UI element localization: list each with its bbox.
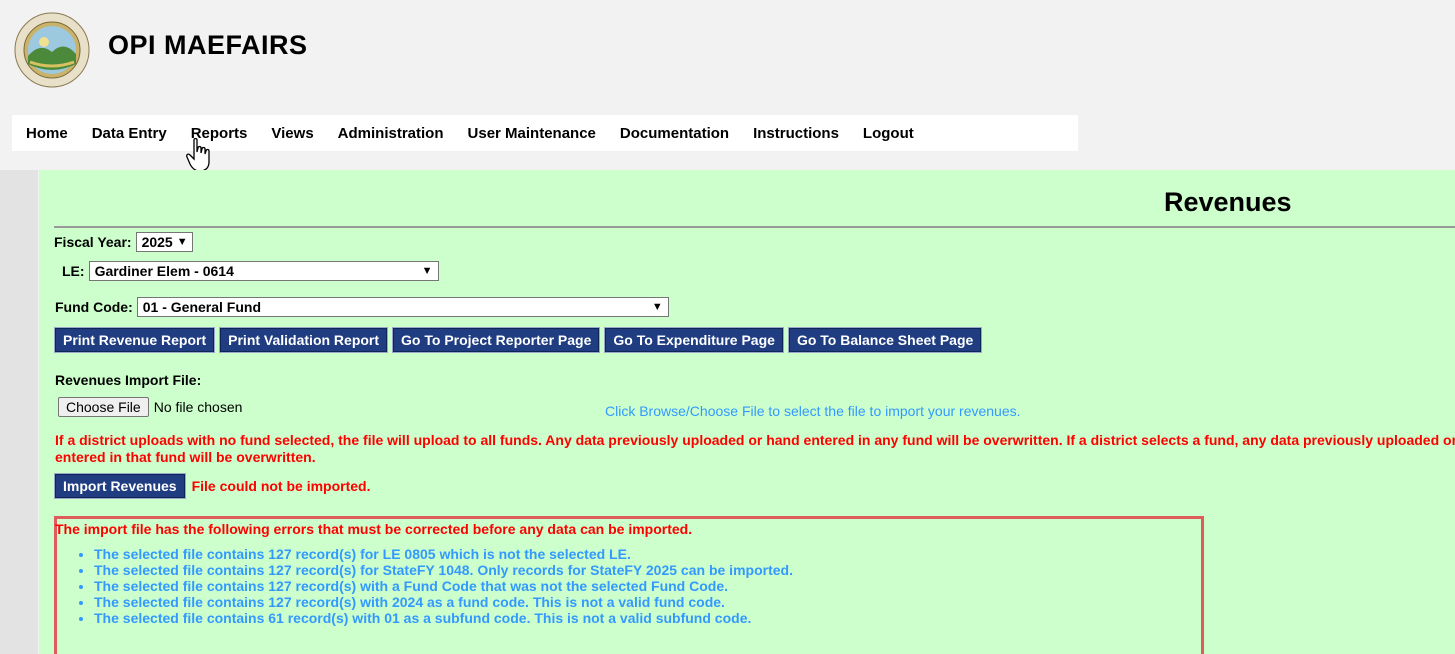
import-error-text: File could not be imported. [191, 478, 371, 494]
chevron-down-icon: ▼ [651, 301, 663, 313]
fund-code-label: Fund Code: [55, 299, 133, 315]
fiscal-year-row: Fiscal Year: 2025 ▼ [54, 232, 193, 252]
header: OPI MAEFAIRS Home Data Entry Reports Views A… [0, 0, 1455, 172]
left-strip [0, 170, 38, 654]
overwrite-warning: If a district uploads with no fund selec… [55, 432, 1455, 465]
error-list: The selected file contains 127 record(s)… [76, 546, 793, 626]
nav-user-maintenance[interactable]: User Maintenance [468, 125, 596, 142]
fiscal-year-label: Fiscal Year: [54, 234, 132, 250]
print-validation-report-button[interactable]: Print Validation Report [219, 327, 389, 353]
le-row: LE: Gardiner Elem - 0614 ▼ [62, 261, 439, 281]
import-hint: Click Browse/Choose File to select the f… [605, 403, 1021, 419]
nav-documentation[interactable]: Documentation [620, 125, 729, 142]
error-list-item: The selected file contains 61 record(s) … [94, 610, 793, 626]
error-list-item: The selected file contains 127 record(s)… [94, 562, 793, 578]
choose-file-button[interactable]: Choose File [58, 397, 149, 417]
nav-instructions[interactable]: Instructions [753, 125, 839, 142]
fund-code-select[interactable]: 01 - General Fund ▼ [136, 297, 669, 317]
nav-administration[interactable]: Administration [338, 125, 444, 142]
error-list-item: The selected file contains 127 record(s)… [94, 578, 793, 594]
fiscal-year-select[interactable]: 2025 ▼ [135, 232, 193, 252]
import-revenues-button[interactable]: Import Revenues [54, 473, 186, 499]
action-buttons: Print Revenue Report Print Validation Rep… [54, 327, 986, 353]
opi-seal-logo [14, 12, 90, 88]
title-divider [54, 226, 1455, 228]
revenues-panel: Revenues Fiscal Year: 2025 ▼ LE: Gardine… [39, 170, 1455, 654]
le-select[interactable]: Gardiner Elem - 0614 ▼ [88, 261, 439, 281]
fund-code-row: Fund Code: 01 - General Fund ▼ [55, 297, 669, 317]
import-file-label: Revenues Import File: [55, 372, 202, 388]
nav-views[interactable]: Views [271, 125, 313, 142]
nav-data-entry[interactable]: Data Entry [92, 125, 167, 142]
file-picker: Choose File No file chosen [58, 397, 242, 417]
error-list-item: The selected file contains 127 record(s)… [94, 546, 793, 562]
main-nav: Home Data Entry Reports Views Administration… [12, 115, 1078, 151]
le-label: LE: [62, 263, 85, 279]
no-file-chosen-text: No file chosen [153, 399, 243, 415]
app-title: OPI MAEFAIRS [108, 30, 308, 60]
go-to-expenditure-button[interactable]: Go To Expenditure Page [604, 327, 784, 353]
import-row: Import Revenues File could not be import… [54, 473, 370, 499]
fund-code-value: 01 - General Fund [142, 299, 262, 315]
error-heading: The import file has the following errors… [55, 521, 693, 537]
go-to-project-reporter-button[interactable]: Go To Project Reporter Page [392, 327, 601, 353]
le-value: Gardiner Elem - 0614 [94, 263, 234, 279]
nav-logout[interactable]: Logout [863, 125, 914, 142]
print-revenue-report-button[interactable]: Print Revenue Report [54, 327, 216, 353]
error-list-item: The selected file contains 127 record(s)… [94, 594, 793, 610]
go-to-balance-sheet-button[interactable]: Go To Balance Sheet Page [787, 327, 983, 353]
chevron-down-icon: ▼ [421, 265, 433, 277]
hand-cursor-icon [186, 138, 210, 172]
chevron-down-icon: ▼ [176, 236, 188, 248]
page-title: Revenues [1164, 187, 1292, 217]
fiscal-year-value: 2025 [141, 234, 173, 250]
nav-home[interactable]: Home [26, 125, 68, 142]
